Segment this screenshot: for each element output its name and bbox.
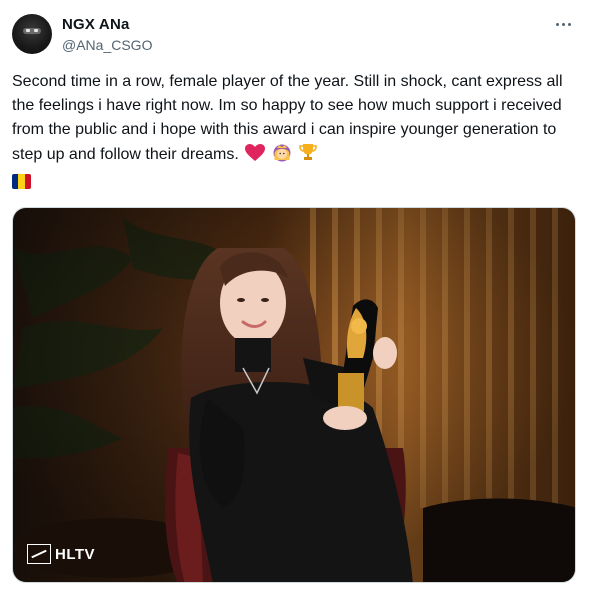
princess-icon	[272, 142, 292, 170]
romania-flag-icon	[12, 174, 31, 189]
more-options-icon[interactable]	[551, 12, 575, 36]
avatar-eye	[26, 29, 30, 32]
trophy-icon	[298, 142, 318, 170]
author-name[interactable]: NGX ANa	[62, 16, 130, 33]
hltv-logo-icon	[27, 544, 51, 564]
hltv-watermark: HLTV	[27, 544, 95, 564]
tweet-card: NGX ANa @ANa_CSGO Second time in a row, …	[0, 0, 589, 596]
tweet-photo[interactable]: HLTV	[12, 207, 576, 583]
avatar[interactable]	[12, 14, 52, 54]
tweet-text-block: Second time in a row, female player of t…	[12, 70, 572, 194]
heart-icon	[245, 144, 266, 170]
hltv-watermark-text: HLTV	[55, 545, 96, 563]
avatar-eye	[34, 29, 38, 32]
photo-scene	[13, 208, 575, 582]
author-handle[interactable]: @ANa_CSGO	[62, 37, 152, 53]
